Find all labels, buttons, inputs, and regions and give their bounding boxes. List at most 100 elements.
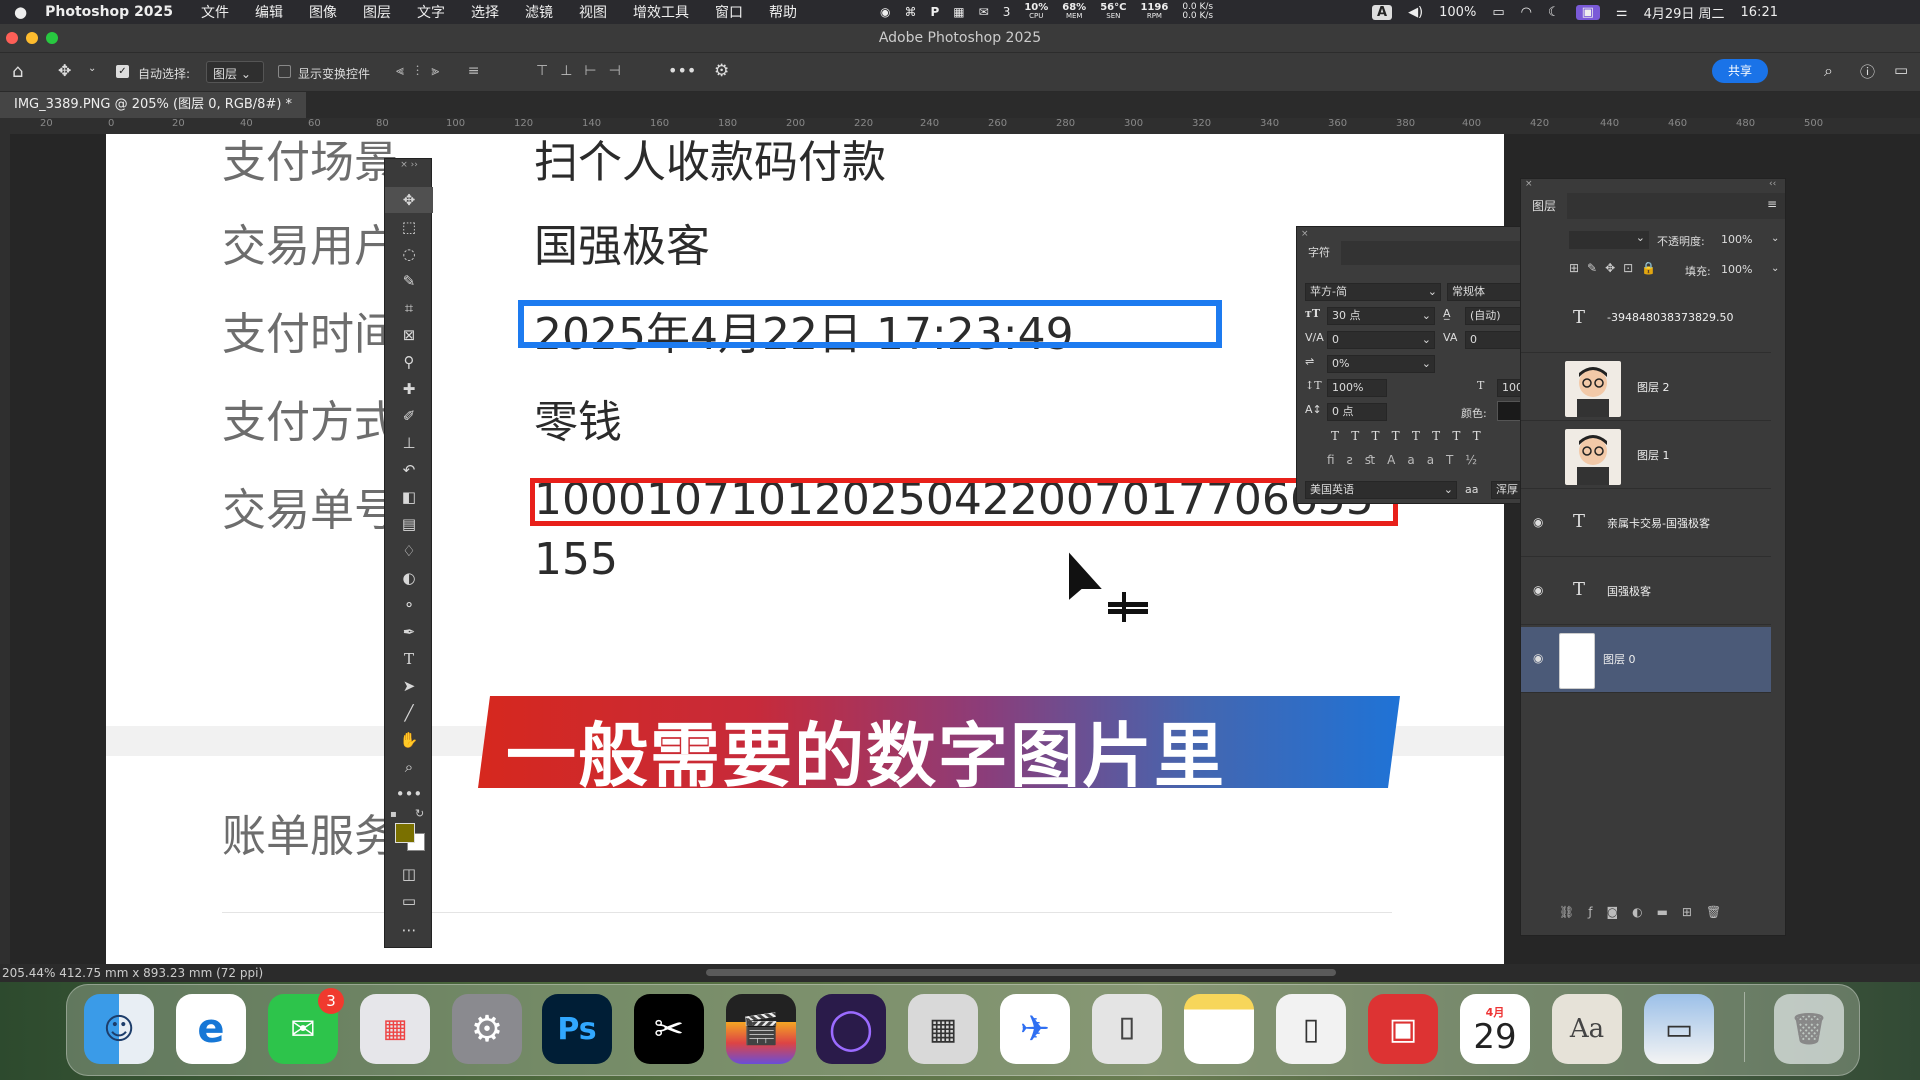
order-selection-box[interactable]	[530, 478, 1398, 526]
tool-preset-dropdown[interactable]: ⌄	[88, 63, 96, 74]
battery-icon[interactable]: ▭	[1492, 5, 1504, 20]
lasso-tool-icon[interactable]: ◌	[385, 241, 433, 267]
gradient-tool-icon[interactable]: ▤	[385, 511, 433, 537]
moon-icon[interactable]: ☾	[1548, 5, 1560, 20]
blur-tool-icon[interactable]: ♢	[385, 538, 433, 564]
photoshop-icon[interactable]: Ps	[542, 994, 612, 1064]
screen-mirroring-icon[interactable]: ▣	[1575, 4, 1600, 20]
record-icon[interactable]: ◉	[880, 5, 890, 19]
document-tab[interactable]: IMG_3389.PNG @ 205% (图层 0, RGB/8#) *	[0, 92, 307, 118]
fill-dropdown[interactable]: ⌄	[1771, 263, 1779, 274]
quick-mask-icon[interactable]: ◫	[385, 861, 433, 887]
crop-tool-icon[interactable]: ⌗	[385, 295, 433, 321]
hand-tool-icon[interactable]: ✋	[385, 727, 433, 753]
font-family-select[interactable]: 苹方-简 ⌄	[1305, 283, 1441, 301]
auto-select-dropdown[interactable]: 图层 ⌄	[206, 61, 264, 83]
layer-row-selected[interactable]: ◉ 图层 0	[1521, 627, 1771, 693]
preview-icon[interactable]: ▭	[1644, 994, 1714, 1064]
capcut-icon[interactable]: ✂	[634, 994, 704, 1064]
menu-app-name[interactable]: Photoshop 2025	[45, 4, 173, 20]
finder-icon[interactable]: ☺	[84, 994, 154, 1064]
layer-row[interactable]: 图层 2	[1521, 355, 1771, 421]
history-brush-icon[interactable]: ↶	[385, 457, 433, 483]
type-tool-icon[interactable]: T	[385, 646, 433, 672]
apple-icon[interactable]: ●	[14, 3, 27, 21]
input-source[interactable]: A	[1372, 4, 1393, 20]
iphone-mirroring-icon[interactable]: ▯	[1276, 994, 1346, 1064]
vertical-scale-field[interactable]: 100%	[1327, 379, 1387, 397]
horizontal-ruler[interactable]: 20 0 20 40 60 80 100 120 140 160 180 200…	[0, 118, 1920, 134]
layer-row[interactable]: ◉ T 国强极客	[1521, 559, 1771, 625]
menu-image[interactable]: 图像	[309, 2, 337, 22]
font-size-field[interactable]: 30 点 ⌄	[1327, 307, 1435, 325]
dictionary-icon[interactable]: Aa	[1552, 994, 1622, 1064]
healing-tool-icon[interactable]: ✚	[385, 376, 433, 402]
trash-icon[interactable]: 🗑	[1774, 994, 1844, 1064]
toolbox-header[interactable]: × ››	[385, 159, 433, 171]
menu-view[interactable]: 视图	[579, 2, 607, 22]
line-tool-icon[interactable]: ╱	[385, 700, 433, 726]
path-select-tool-icon[interactable]: ➤	[385, 673, 433, 699]
baseline-shift-field[interactable]: 0 点	[1327, 403, 1387, 421]
default-colors-icon[interactable]: ▪	[390, 809, 397, 820]
distribute-buttons[interactable]: ⊤⊥⊢⊣	[536, 63, 633, 79]
burn-tool-icon[interactable]: ⚬	[385, 592, 433, 618]
kerning-field[interactable]: 0 ⌄	[1327, 331, 1435, 349]
input-method-icon[interactable]: ⌘	[904, 5, 916, 19]
panel-close-icon[interactable]: ×	[1301, 229, 1309, 239]
minimize-window-button[interactable]	[26, 32, 38, 44]
menu-type[interactable]: 文字	[417, 2, 445, 22]
zoom-tool-icon[interactable]: ⌕	[385, 754, 433, 780]
launchpad-icon[interactable]: ▦	[360, 994, 430, 1064]
wechat-status-icon[interactable]: ✉	[979, 5, 989, 19]
menu-help[interactable]: 帮助	[769, 2, 797, 22]
opacity-dropdown[interactable]: ⌄	[1771, 233, 1779, 244]
language-select[interactable]: 美国英语 ⌄	[1305, 481, 1457, 499]
layers-close-icon[interactable]: ×	[1525, 179, 1533, 189]
frame-tool-icon[interactable]: ⊠	[385, 322, 433, 348]
zoom-window-button[interactable]	[46, 32, 58, 44]
workspace-icon[interactable]: ▭	[1894, 61, 1908, 79]
time-selection-box[interactable]	[518, 300, 1222, 348]
dodge-tool-icon[interactable]: ◐	[385, 565, 433, 591]
more-tools-icon[interactable]: •••	[385, 781, 433, 807]
grid-icon[interactable]: ▦	[953, 5, 964, 19]
eyedropper-tool-icon[interactable]: ⚲	[385, 349, 433, 375]
more-options-icon[interactable]: •••	[668, 61, 696, 80]
menu-layer[interactable]: 图层	[363, 2, 391, 22]
layers-footer-buttons[interactable]: ⛓ƒ◙◐▬⊞🗑	[1559, 905, 1735, 919]
edge-icon[interactable]: e	[176, 994, 246, 1064]
blend-mode-select[interactable]: ⌄	[1569, 231, 1649, 249]
screen-recorder-icon[interactable]: ◯	[816, 994, 886, 1064]
wifi-icon[interactable]: ◠	[1521, 5, 1532, 20]
layers-collapse-icon[interactable]: ‹‹	[1769, 179, 1776, 189]
text-style-buttons[interactable]: TTTTTTTT	[1331, 429, 1493, 443]
menu-edit[interactable]: 编辑	[255, 2, 283, 22]
help-icon[interactable]: ⓘ	[1860, 61, 1875, 82]
stamp-tool-icon[interactable]: ⊥	[385, 430, 433, 456]
edit-toolbar-icon[interactable]: ⋯	[385, 917, 433, 943]
eye-icon[interactable]: ◉	[1533, 515, 1549, 529]
calendar-icon[interactable]: 4月 29	[1460, 994, 1530, 1064]
align-buttons[interactable]: ⫷⫶⫸ ≡	[396, 63, 491, 79]
move-tool-icon[interactable]: ✥	[58, 61, 71, 80]
menu-file[interactable]: 文件	[201, 2, 229, 22]
marquee-tool-icon[interactable]: ⬚	[385, 214, 433, 240]
eye-icon[interactable]: ◉	[1533, 651, 1549, 665]
notes-icon[interactable]	[1184, 994, 1254, 1064]
menu-filter[interactable]: 滤镜	[525, 2, 553, 22]
menu-plugins[interactable]: 增效工具	[633, 2, 689, 22]
eraser-tool-icon[interactable]: ◧	[385, 484, 433, 510]
settings-gear-icon[interactable]: ⚙	[714, 61, 729, 81]
tsume-field[interactable]: 0% ⌄	[1327, 355, 1435, 373]
eye-icon[interactable]: ◉	[1533, 583, 1549, 597]
auto-select-checkbox[interactable]: ✓	[116, 65, 129, 78]
document-canvas[interactable]: 支付场景 交易用户 支付时间 支付方式 交易单号 账单服务 扫个人收款码付款 国…	[106, 134, 1504, 964]
final-cut-icon[interactable]: 🎬	[726, 994, 796, 1064]
control-center-icon[interactable]: ⚌	[1616, 5, 1628, 20]
move-tool-icon[interactable]: ✥	[385, 187, 433, 213]
brush-tool-icon[interactable]: ✐	[385, 403, 433, 429]
search-icon[interactable]: ⌕	[1824, 61, 1833, 81]
show-transform-checkbox[interactable]	[278, 65, 291, 78]
screenshot-icon[interactable]: ⌷	[1092, 994, 1162, 1064]
